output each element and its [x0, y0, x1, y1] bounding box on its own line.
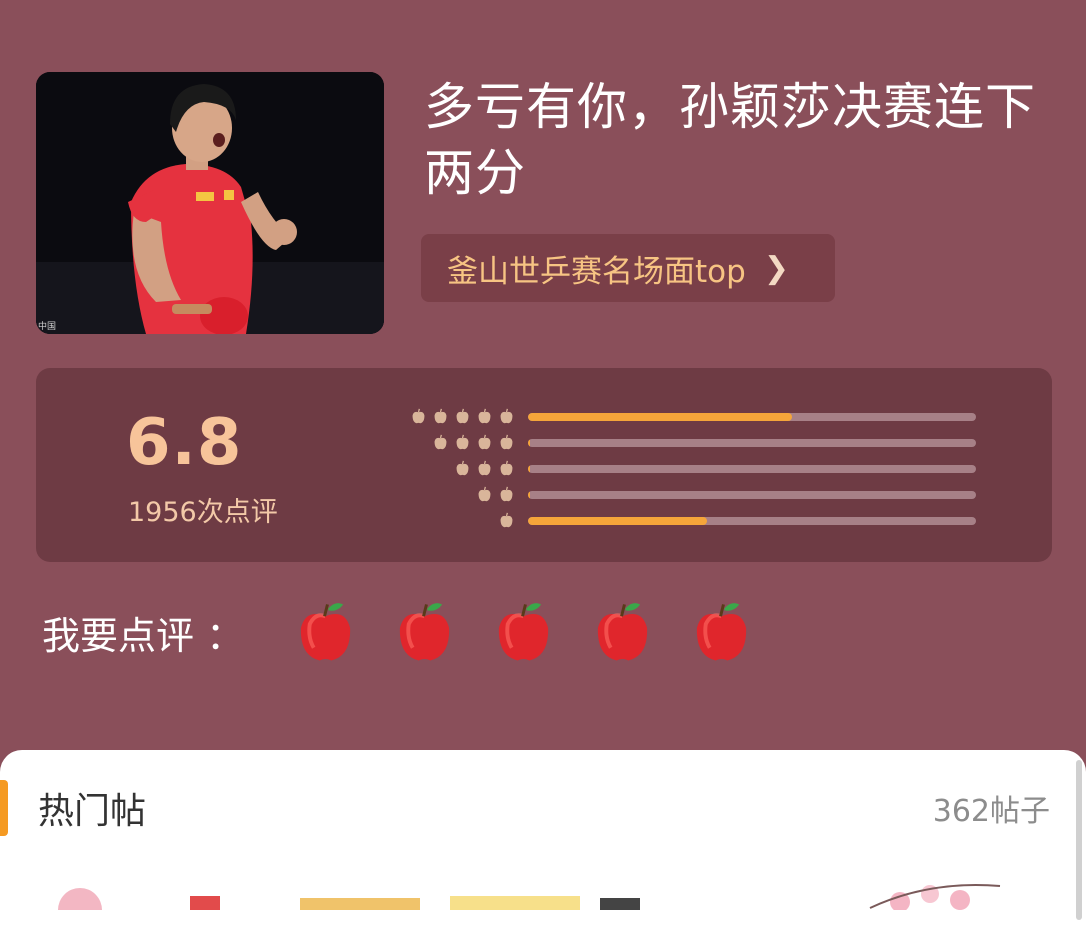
hot-posts-panel: 热门帖 362帖子 — [0, 750, 1086, 950]
rating-summary: 6.8 1956次点评 — [36, 368, 1052, 562]
distribution-row-2 — [388, 486, 988, 504]
topic-chip-button[interactable]: 釜山世乒赛名场面top ❯ — [421, 234, 835, 302]
post-preview-strip[interactable] — [0, 880, 1086, 910]
distribution-bar — [528, 517, 976, 525]
rating-input — [296, 598, 751, 664]
post-preview-decoration — [58, 883, 1001, 910]
section-accent-bar — [0, 780, 8, 836]
distribution-bar-fill — [528, 465, 531, 473]
distribution-bar-fill — [528, 439, 531, 447]
post-cover-image[interactable]: 中国 — [36, 72, 384, 334]
average-score: 6.8 — [126, 406, 243, 480]
player-photo — [36, 72, 384, 334]
topic-chip-label: 釜山世乒赛名场面top — [447, 253, 746, 290]
post-count: 362帖子 — [932, 794, 1050, 829]
distribution-bar-fill — [528, 517, 708, 525]
apple-icon — [410, 408, 518, 425]
hot-posts-title: 热门帖 — [38, 791, 147, 832]
distribution-bar — [528, 465, 976, 473]
distribution-bar — [528, 413, 976, 421]
distribution-row-3 — [388, 460, 988, 478]
apple-icon — [454, 460, 518, 477]
rate-apple-icon[interactable] — [296, 598, 355, 664]
my-review-label: 我要点评 ： — [42, 614, 245, 658]
apple-icon — [432, 434, 518, 451]
distribution-bar — [528, 491, 976, 499]
post-title: 多亏有你，孙颖莎决赛连下两分 — [424, 78, 1036, 202]
distribution-bar-fill — [528, 491, 531, 499]
rate-apple-icon[interactable] — [395, 598, 454, 664]
distribution-bar — [528, 439, 976, 447]
distribution-bar-fill — [528, 413, 793, 421]
apple-icon — [476, 486, 518, 503]
rate-apple-icon[interactable] — [494, 598, 553, 664]
apple-icon — [498, 512, 518, 529]
rate-apple-icon[interactable] — [593, 598, 652, 664]
chevron-right-icon: ❯ — [763, 250, 789, 286]
rate-apple-icon[interactable] — [692, 598, 751, 664]
review-count: 1956次点评 — [128, 497, 278, 528]
distribution-row-5 — [388, 408, 988, 426]
distribution-row-4 — [388, 434, 988, 452]
photo-watermark: 中国 — [38, 322, 57, 332]
distribution-row-1 — [388, 512, 988, 530]
